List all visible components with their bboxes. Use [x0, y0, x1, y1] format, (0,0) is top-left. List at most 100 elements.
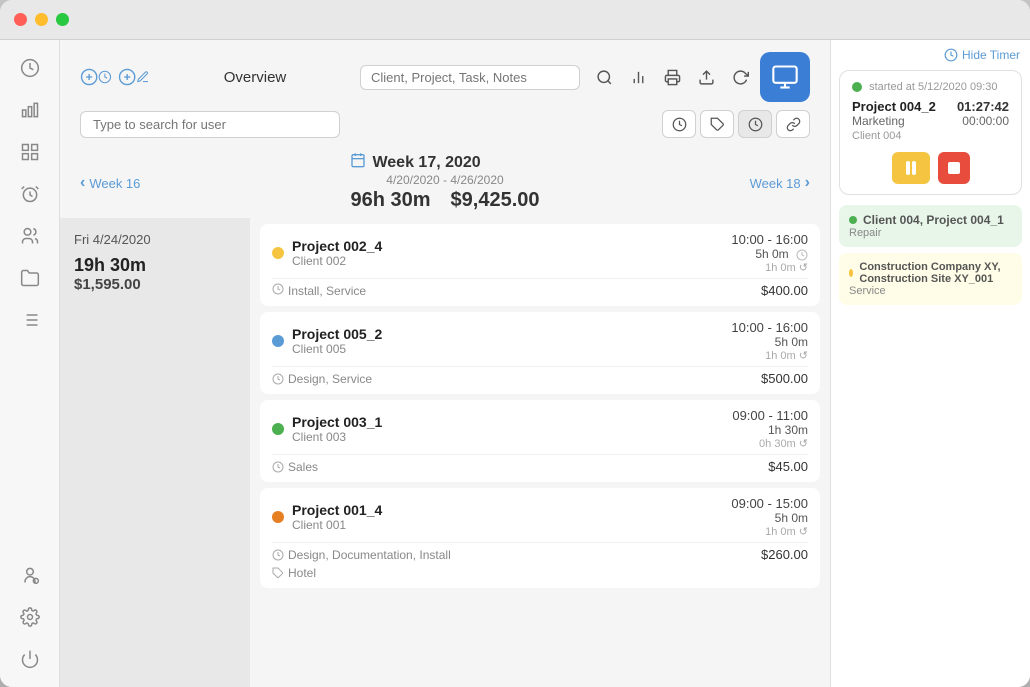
- entry-tags: Install, Service: [272, 283, 366, 298]
- pause-bar-left: [906, 161, 910, 175]
- search-input-main[interactable]: [360, 65, 580, 90]
- timer-project-name: Project 004_2 01:27:42: [852, 99, 1009, 114]
- entry-left: Project 002_4 Client 002: [272, 238, 382, 268]
- traffic-lights: [14, 13, 69, 26]
- ot-client-project: Client 004, Project 004_1: [863, 213, 1004, 227]
- entry-right: 09:00 - 15:00 5h 0m 1h 0m ↺: [731, 496, 808, 538]
- entry-tags: Design, Service: [272, 372, 372, 386]
- table-row[interactable]: Project 002_4 Client 002 10:00 - 16:00 5…: [260, 224, 820, 306]
- sidebar-icon-user-settings[interactable]: [12, 557, 48, 593]
- entry-duration: 5h 0m: [731, 335, 808, 349]
- week-summary: 96h 30m $9,425.00: [350, 187, 539, 214]
- ot-header: Client 004, Project 004_1: [849, 213, 1012, 227]
- timer-stop-button[interactable]: [938, 152, 970, 184]
- other-timer-card-2[interactable]: Construction Company XY, Construction Si…: [839, 253, 1022, 305]
- entry-time-range: 09:00 - 15:00: [731, 496, 808, 511]
- sidebar-icon-settings[interactable]: [12, 599, 48, 635]
- entry-left: Project 003_1 Client 003: [272, 414, 382, 444]
- prev-week-button[interactable]: ‹ Week 16: [80, 174, 140, 192]
- hide-timer-icon: [944, 48, 958, 62]
- toolbar-row2: [80, 110, 810, 138]
- sidebar-icon-folder[interactable]: [12, 260, 48, 296]
- entry-tag-text: Design, Service: [288, 372, 372, 386]
- entry-time-range: 10:00 - 16:00: [731, 320, 808, 335]
- sidebar: [0, 40, 60, 687]
- other-timer-card-1[interactable]: Client 004, Project 004_1 Repair: [839, 205, 1022, 247]
- prev-week-label: Week 16: [89, 176, 140, 191]
- entry-price: $400.00: [761, 283, 808, 298]
- toolbar-icons: [590, 63, 754, 91]
- filter-tab-link[interactable]: [776, 110, 810, 138]
- entry-time-range: 09:00 - 11:00: [732, 408, 808, 423]
- sidebar-icon-list[interactable]: [12, 302, 48, 338]
- entry-tags: Design, Documentation, Install: [272, 548, 451, 562]
- entry-tag-text: Sales: [288, 460, 318, 474]
- chart-button[interactable]: [624, 63, 652, 91]
- next-week-button[interactable]: Week 18 ›: [750, 174, 810, 192]
- entry-price: $500.00: [761, 371, 808, 386]
- sidebar-icon-alarm[interactable]: [12, 176, 48, 212]
- day-total-money: $1,595.00: [74, 276, 236, 293]
- print-button[interactable]: [658, 63, 686, 91]
- sidebar-icon-grid[interactable]: [12, 134, 48, 170]
- entry-left: Project 001_4 Client 001: [272, 502, 382, 532]
- close-button[interactable]: [14, 13, 27, 26]
- entry-tag-text: Design, Documentation, Install: [288, 548, 451, 562]
- entry-client: Client 001: [292, 518, 382, 532]
- hide-timer-label[interactable]: Hide Timer: [962, 48, 1020, 62]
- entry-left: Project 005_2 Client 005: [272, 326, 382, 356]
- table-row[interactable]: Project 003_1 Client 003 09:00 - 11:00 1…: [260, 400, 820, 482]
- entry-sub-row: Design, Service $500.00: [272, 366, 808, 386]
- entry-price: $45.00: [768, 459, 808, 474]
- sidebar-icon-clock[interactable]: [12, 50, 48, 86]
- search-button[interactable]: [590, 63, 618, 91]
- tag-extra-icon: [272, 567, 284, 579]
- sidebar-icon-power[interactable]: [12, 641, 48, 677]
- timer-task-row: Marketing 00:00:00: [852, 114, 1009, 128]
- entry-row1: Project 003_1 Client 003 09:00 - 11:00 1…: [272, 408, 808, 450]
- week-total-money: $9,425.00: [451, 189, 540, 212]
- entry-client: Client 002: [292, 254, 382, 268]
- entry-project: Project 001_4: [292, 502, 382, 518]
- page-title: Overview: [150, 69, 360, 86]
- filter-tab-tag[interactable]: [700, 110, 734, 138]
- table-row[interactable]: Project 005_2 Client 005 10:00 - 16:00 5…: [260, 312, 820, 394]
- active-dot: [852, 82, 862, 92]
- ot-dot-yellow: [849, 269, 853, 277]
- entry-tags: Sales: [272, 460, 318, 474]
- timer-task-time: 00:00:00: [962, 114, 1009, 128]
- active-timer-card: started at 5/12/2020 09:30 Project 004_2…: [839, 70, 1022, 195]
- timer-pause-button[interactable]: [892, 152, 930, 184]
- entry-duration: 1h 30m: [732, 423, 808, 437]
- stop-square-icon: [948, 162, 960, 174]
- filter-tab-timer[interactable]: [662, 110, 696, 138]
- sidebar-icon-team[interactable]: [12, 218, 48, 254]
- entry-client: Client 003: [292, 430, 382, 444]
- filter-tabs: [662, 110, 810, 138]
- table-row[interactable]: Project 001_4 Client 001 09:00 - 15:00 5…: [260, 488, 820, 588]
- add-time-button[interactable]: [80, 61, 112, 93]
- next-chevron-icon: ›: [805, 174, 810, 192]
- filter-tab-clock[interactable]: [738, 110, 772, 138]
- clock-sub-icon: [272, 373, 284, 385]
- entry-duration: 5h 0m: [731, 247, 808, 261]
- ot-header: Construction Company XY, Construction Si…: [849, 261, 1012, 285]
- ot-task: Repair: [849, 227, 1012, 239]
- refresh-button[interactable]: [726, 63, 754, 91]
- day-label: Fri 4/24/2020: [74, 232, 236, 247]
- maximize-button[interactable]: [56, 13, 69, 26]
- minimize-button[interactable]: [35, 13, 48, 26]
- user-search-input[interactable]: [80, 111, 340, 138]
- export-button[interactable]: [692, 63, 720, 91]
- sidebar-icon-chart[interactable]: [12, 92, 48, 128]
- entry-row1: Project 002_4 Client 002 10:00 - 16:00 5…: [272, 232, 808, 274]
- entry-project: Project 002_4: [292, 238, 382, 254]
- entry-project: Project 005_2: [292, 326, 382, 342]
- week-label: Week 17, 2020: [372, 154, 480, 172]
- day-totals: 19h 30m $1,595.00: [74, 255, 236, 293]
- entry-color-dot: [272, 511, 284, 523]
- timer-client: Client 004: [852, 130, 1009, 142]
- week-title: Week 17, 2020: [350, 152, 539, 173]
- add-entry-button[interactable]: [118, 61, 150, 93]
- entry-color-dot: [272, 423, 284, 435]
